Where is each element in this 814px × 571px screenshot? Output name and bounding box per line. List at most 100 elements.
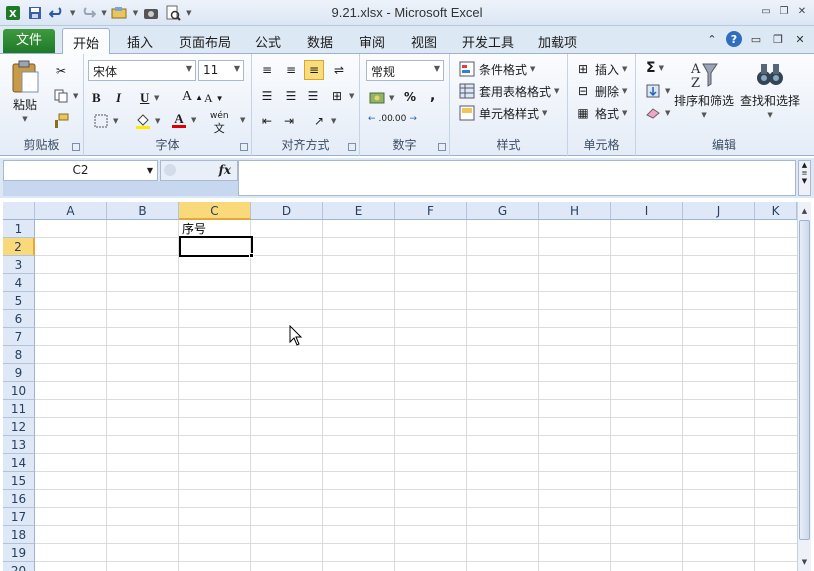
expand-formula-icon[interactable] xyxy=(164,164,176,176)
restore-icon[interactable]: ❐ xyxy=(776,4,792,18)
wrap-text-button[interactable]: ⇌ xyxy=(330,61,348,79)
formula-scroll-up-icon[interactable]: ▲ xyxy=(799,161,810,169)
column-header-g[interactable]: G xyxy=(467,202,539,220)
row-header-15[interactable]: 15 xyxy=(3,472,35,490)
accounting-format-button[interactable]: ▼ xyxy=(368,89,394,107)
select-all-corner[interactable] xyxy=(3,202,35,220)
align-center-button[interactable]: ☰ xyxy=(282,87,300,105)
insert-cells-button[interactable]: ⊞ 插入 ▼ xyxy=(574,60,627,78)
row-header-7[interactable]: 7 xyxy=(3,328,35,346)
italic-button[interactable]: I xyxy=(116,90,121,106)
fill-color-dropdown-icon[interactable]: ▼ xyxy=(155,117,160,125)
format-cells-button[interactable]: ▦ 格式 ▼ xyxy=(574,104,627,122)
underline-dropdown-icon[interactable]: ▼ xyxy=(154,94,159,102)
row-header-16[interactable]: 16 xyxy=(3,490,35,508)
row-header-6[interactable]: 6 xyxy=(3,310,35,328)
minimize-ribbon-icon[interactable]: ⌃ xyxy=(704,31,720,47)
row-header-8[interactable]: 8 xyxy=(3,346,35,364)
cell-styles-button[interactable]: 单元格样式 ▼ xyxy=(458,104,547,122)
paste-dropdown-icon[interactable]: ▼ xyxy=(22,115,27,123)
scroll-down-icon[interactable]: ▼ xyxy=(798,555,811,569)
scroll-up-icon[interactable]: ▲ xyxy=(798,204,811,218)
autosum-button[interactable]: Σ ▼ xyxy=(646,60,664,76)
align-right-button[interactable]: ☰ xyxy=(304,87,322,105)
number-format-select[interactable]: 常规 ▼ xyxy=(366,60,444,81)
format-painter-button[interactable] xyxy=(52,112,70,130)
font-color-button[interactable]: A ▼ xyxy=(170,111,196,129)
merge-dropdown-icon[interactable]: ▼ xyxy=(349,92,354,100)
row-header-4[interactable]: 4 xyxy=(3,274,35,292)
font-launcher-icon[interactable] xyxy=(240,143,248,151)
borders-dropdown-icon[interactable]: ▼ xyxy=(113,117,118,125)
column-header-j[interactable]: J xyxy=(683,202,755,220)
selected-cell-c2[interactable] xyxy=(179,236,253,257)
tab-page-layout[interactable]: 页面布局 xyxy=(179,32,231,51)
formula-scroll-mid-icon[interactable]: ≡ xyxy=(799,169,810,177)
column-header-d[interactable]: D xyxy=(251,202,323,220)
row-header-3[interactable]: 3 xyxy=(3,256,35,274)
row-header-2[interactable]: 2 xyxy=(3,238,35,256)
font-size-select[interactable]: 11 ▼ xyxy=(198,60,244,81)
alignment-launcher-icon[interactable] xyxy=(348,143,356,151)
tab-insert[interactable]: 插入 xyxy=(127,32,153,51)
delete-cells-button[interactable]: ⊟ 删除 ▼ xyxy=(574,82,627,100)
formula-scroll[interactable]: ▲ ≡ ▼ xyxy=(798,160,811,196)
align-bottom-button[interactable]: ≡ xyxy=(304,60,324,80)
close-icon[interactable]: ✕ xyxy=(794,4,810,18)
name-box-dropdown-icon[interactable]: ▼ xyxy=(147,161,153,180)
column-header-h[interactable]: H xyxy=(539,202,611,220)
clipboard-launcher-icon[interactable] xyxy=(72,143,80,151)
column-header-k[interactable]: K xyxy=(755,202,797,220)
insert-function-button[interactable]: fx xyxy=(219,163,231,177)
row-header-17[interactable]: 17 xyxy=(3,508,35,526)
name-box[interactable]: C2 ▼ xyxy=(3,160,158,181)
accounting-dropdown-icon[interactable]: ▼ xyxy=(389,94,394,102)
grow-font-button[interactable]: A ▲ xyxy=(182,89,203,105)
tab-view[interactable]: 视图 xyxy=(411,32,437,51)
align-top-button[interactable]: ≡ xyxy=(258,61,276,79)
percent-button[interactable]: % xyxy=(404,90,416,104)
conditional-formatting-button[interactable]: 条件格式 ▼ xyxy=(458,60,535,78)
tab-addins[interactable]: 加载项 xyxy=(538,32,577,51)
row-header-20[interactable]: 20 xyxy=(3,562,35,571)
cut-button[interactable]: ✂ xyxy=(52,62,70,80)
font-name-select[interactable]: 宋体 ▼ xyxy=(88,60,196,81)
tab-home[interactable]: 开始 xyxy=(62,28,111,55)
tab-file[interactable]: 文件 xyxy=(3,29,55,53)
borders-button[interactable]: ▼ xyxy=(92,112,118,130)
workbook-minimize-icon[interactable]: ▭ xyxy=(748,31,764,47)
tab-review[interactable]: 审阅 xyxy=(359,32,385,51)
phonetic-button[interactable]: wén 文 xyxy=(210,112,229,135)
fill-handle[interactable] xyxy=(249,253,254,258)
fill-dropdown-icon[interactable]: ▼ xyxy=(665,87,670,95)
formula-input[interactable] xyxy=(238,160,796,196)
row-header-19[interactable]: 19 xyxy=(3,544,35,562)
column-header-a[interactable]: A xyxy=(35,202,107,220)
fill-button[interactable]: ▼ xyxy=(644,82,670,100)
number-launcher-icon[interactable] xyxy=(438,143,446,151)
column-header-e[interactable]: E xyxy=(323,202,395,220)
row-header-11[interactable]: 11 xyxy=(3,400,35,418)
bold-button[interactable]: B xyxy=(92,90,101,106)
column-header-c[interactable]: C xyxy=(179,202,251,220)
font-color-dropdown-icon[interactable]: ▼ xyxy=(191,116,196,124)
row-header-1[interactable]: 1 xyxy=(3,220,35,238)
increase-indent-button[interactable]: ⇥ xyxy=(280,112,298,130)
workbook-close-icon[interactable]: ✕ xyxy=(792,31,808,47)
row-header-18[interactable]: 18 xyxy=(3,526,35,544)
sort-filter-button[interactable]: AZ 排序和筛选 ▼ xyxy=(674,60,734,119)
scroll-thumb[interactable] xyxy=(799,220,810,540)
autosum-dropdown-icon[interactable]: ▼ xyxy=(659,64,664,72)
shrink-font-button[interactable]: A ▼ xyxy=(204,91,224,106)
row-header-12[interactable]: 12 xyxy=(3,418,35,436)
column-header-b[interactable]: B xyxy=(107,202,179,220)
vertical-scrollbar[interactable]: ▲ ▼ xyxy=(797,202,811,571)
clear-dropdown-icon[interactable]: ▼ xyxy=(665,109,670,117)
tab-data[interactable]: 数据 xyxy=(307,32,333,51)
orientation-button[interactable]: ↗ ▼ xyxy=(310,112,336,130)
fill-color-button[interactable]: ▼ xyxy=(134,112,160,130)
worksheet-grid[interactable]: ABCDEFGHIJK 1 2 3 4 5 6 7 8 9 10 11 12 13 14 15 16 17 18 1… xyxy=(0,200,814,571)
cell-c1[interactable]: 序号 xyxy=(182,220,206,237)
underline-button[interactable]: U xyxy=(140,90,149,106)
tab-formulas[interactable]: 公式 xyxy=(255,32,281,51)
